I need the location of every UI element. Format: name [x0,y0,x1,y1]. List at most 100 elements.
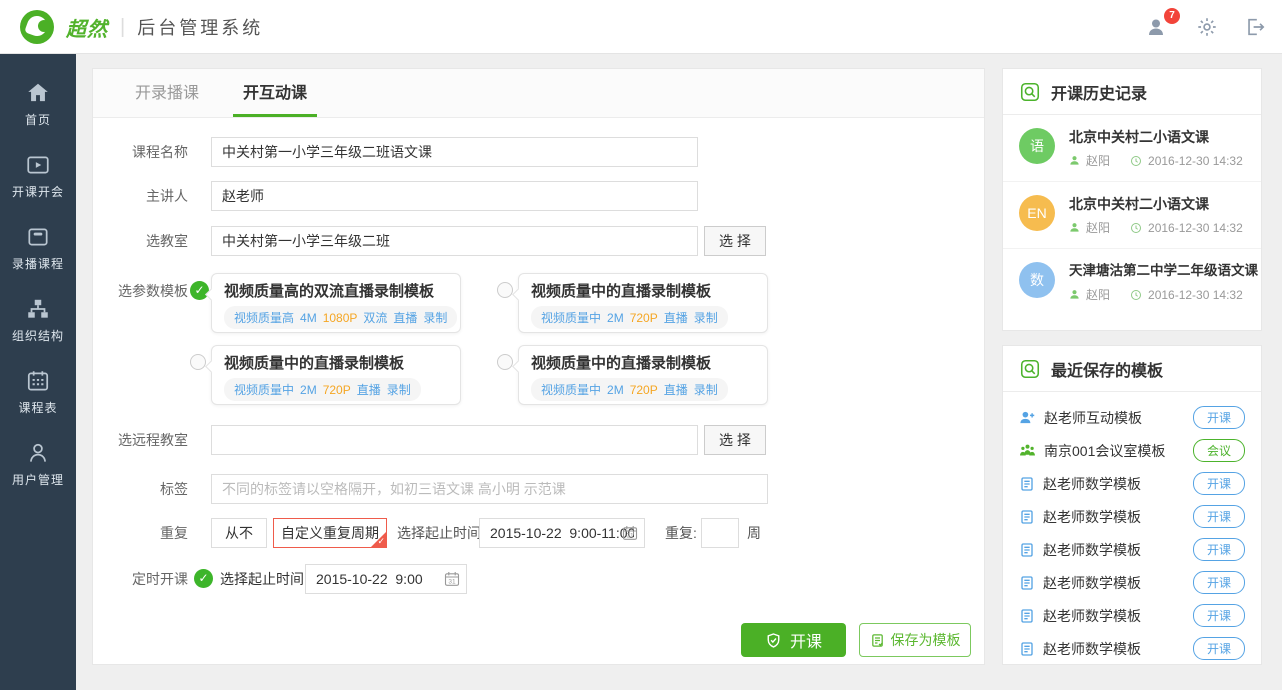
template-name: 赵老师数学模板 [1043,573,1185,593]
start-class-label: 开课 [790,628,822,652]
history-panel: 开课历史记录 语 北京中关村二小语文课 赵阳 2016-12-30 14:32 … [1002,68,1262,331]
template-card[interactable]: 视频质量中的直播录制模板 视频质量中2M720P直播录制 [211,345,461,405]
template-name: 赵老师互动模板 [1044,408,1185,428]
template-card-title: 视频质量中的直播录制模板 [224,354,448,374]
repeat-range-input[interactable] [479,518,645,548]
course-name-label: 课程名称 [93,137,188,167]
template-card[interactable]: 视频质量中的直播录制模板 视频质量中2M720P直播录制 [518,345,768,405]
gear-icon[interactable] [1196,16,1218,38]
template-action-button[interactable]: 开课 [1193,538,1245,561]
sidebar-item-home[interactable]: 首页 [0,68,76,140]
sidebar-item-org-structure[interactable]: 组织结构 [0,284,76,356]
user-notification-icon[interactable]: 7 [1146,15,1170,39]
sidebar-item-recorded-courses[interactable]: 录播课程 [0,212,76,284]
shield-check-icon [765,632,782,649]
sidebar-item-user-management[interactable]: 用户管理 [0,428,76,500]
document-icon [1019,641,1035,657]
document-icon [1019,542,1035,558]
calendar-icon[interactable]: 31 [622,525,638,541]
history-teacher: 赵阳 [1086,286,1110,303]
template-radio[interactable] [497,282,513,298]
template-list-item[interactable]: 赵老师数学模板 开课 [1003,599,1261,632]
template-name: 赵老师数学模板 [1043,639,1185,659]
template-action-button[interactable]: 开课 [1193,472,1245,495]
template-name: 南京001会议室模板 [1044,441,1185,461]
page-title: 后台管理系统 [137,14,263,40]
repeat-custom-label: 自定义重复周期 [281,525,379,541]
user-plus-icon [1019,409,1036,426]
template-list-item[interactable]: 赵老师互动模板 开课 [1003,401,1261,434]
tag: 录制 [694,311,718,325]
tag: 视频质量中 [541,311,601,325]
repeat-never-button[interactable]: 从不 [211,518,267,548]
template-list-item[interactable]: 赵老师数学模板 开课 [1003,632,1261,665]
tab-recorded-class[interactable]: 开录播课 [129,69,205,117]
template-list-item[interactable]: 赵老师数学模板 开课 [1003,467,1261,500]
remote-classroom-input[interactable] [211,425,698,455]
tag: 录制 [423,311,447,325]
template-action-button[interactable]: 会议 [1193,439,1245,462]
template-list-item[interactable]: 赵老师数学模板 开课 [1003,533,1261,566]
template-list-item[interactable]: 赵老师数学模板 开课 [1003,500,1261,533]
sidebar-item-label: 录播课程 [12,255,64,272]
template-action-button[interactable]: 开课 [1193,604,1245,627]
save-as-template-label: 保存为模板 [891,630,961,650]
tag: 720P [630,383,658,397]
classroom-input[interactable] [211,226,698,256]
start-class-button[interactable]: 开课 [741,623,846,657]
meeting-icon [1019,442,1036,459]
template-selected-check-icon[interactable]: ✓ [190,281,209,300]
template-card-tags: 视频质量中2M720P直播录制 [224,378,421,401]
template-action-button[interactable]: 开课 [1193,571,1245,594]
subject-avatar: EN [1019,195,1055,231]
template-action-button[interactable]: 开课 [1193,406,1245,429]
template-radio[interactable] [190,354,206,370]
template-action-button[interactable]: 开课 [1193,637,1245,660]
logout-icon[interactable] [1244,16,1266,38]
repeat-count-input[interactable] [701,518,739,548]
repeat-label: 重复 [93,518,188,548]
template-list-item[interactable]: 南京001会议室模板 会议 [1003,434,1261,467]
timed-start-range-label: 选择起止时间： [220,564,318,594]
saved-templates-panel: 最近保存的模板 赵老师互动模板 开课 南京001会议室模板 会议 赵老师数学模板… [1002,345,1262,665]
history-course-title: 天津塘沽第二中学二年级语文课 [1069,262,1258,280]
repeat-unit-label: 周 [747,518,761,548]
sidebar-item-label: 首页 [25,111,51,128]
repeat-custom-button[interactable]: 自定义重复周期✓ [273,518,387,548]
tag: 直播 [393,311,417,325]
history-item[interactable]: 数 天津塘沽第二中学二年级语文课 赵阳 2016-12-30 14:32 [1003,249,1261,315]
tag: 录制 [387,383,411,397]
tag: 直播 [664,383,688,397]
history-item[interactable]: EN 北京中关村二小语文课 赵阳 2016-12-30 14:32 [1003,182,1261,249]
tag: 720P [630,311,658,325]
tab-interactive-class[interactable]: 开互动课 [237,69,313,117]
sidebar-item-timetable[interactable]: 课程表 [0,356,76,428]
document-icon [1019,575,1035,591]
tag: 直播 [664,311,688,325]
remote-classroom-select-button[interactable]: 选 择 [704,425,766,455]
clock-icon [1130,222,1142,234]
tag: 720P [323,383,351,397]
save-as-template-button[interactable]: 保存为模板 [859,623,971,657]
calendar-icon[interactable]: 31 [444,571,460,587]
document-icon [1019,476,1035,492]
history-teacher: 赵阳 [1086,219,1110,236]
sidebar-item-label: 课程表 [18,399,57,416]
template-card[interactable]: 视频质量高的双流直播录制模板 视频质量高4M1080P双流直播录制 [211,273,461,333]
subject-avatar: 数 [1019,262,1055,298]
course-name-input[interactable] [211,137,698,167]
saved-templates-title: 最近保存的模板 [1051,357,1163,381]
template-action-button[interactable]: 开课 [1193,505,1245,528]
tags-input[interactable] [211,474,768,504]
template-card[interactable]: 视频质量中的直播录制模板 视频质量中2M720P直播录制 [518,273,768,333]
sidebar-nav: 首页 开课开会 录播课程 组织结构 课程表 用户管理 [0,54,76,690]
classroom-select-button[interactable]: 选 择 [704,226,766,256]
teacher-input[interactable] [211,181,698,211]
timed-start-check-icon[interactable]: ✓ [194,569,213,588]
sidebar-item-start-class[interactable]: 开课开会 [0,140,76,212]
template-card-tags: 视频质量中2M720P直播录制 [531,306,728,329]
template-radio[interactable] [497,354,513,370]
template-list-item[interactable]: 赵老师数学模板 开课 [1003,566,1261,599]
history-item[interactable]: 语 北京中关村二小语文课 赵阳 2016-12-30 14:32 [1003,115,1261,182]
timed-start-input[interactable] [305,564,467,594]
